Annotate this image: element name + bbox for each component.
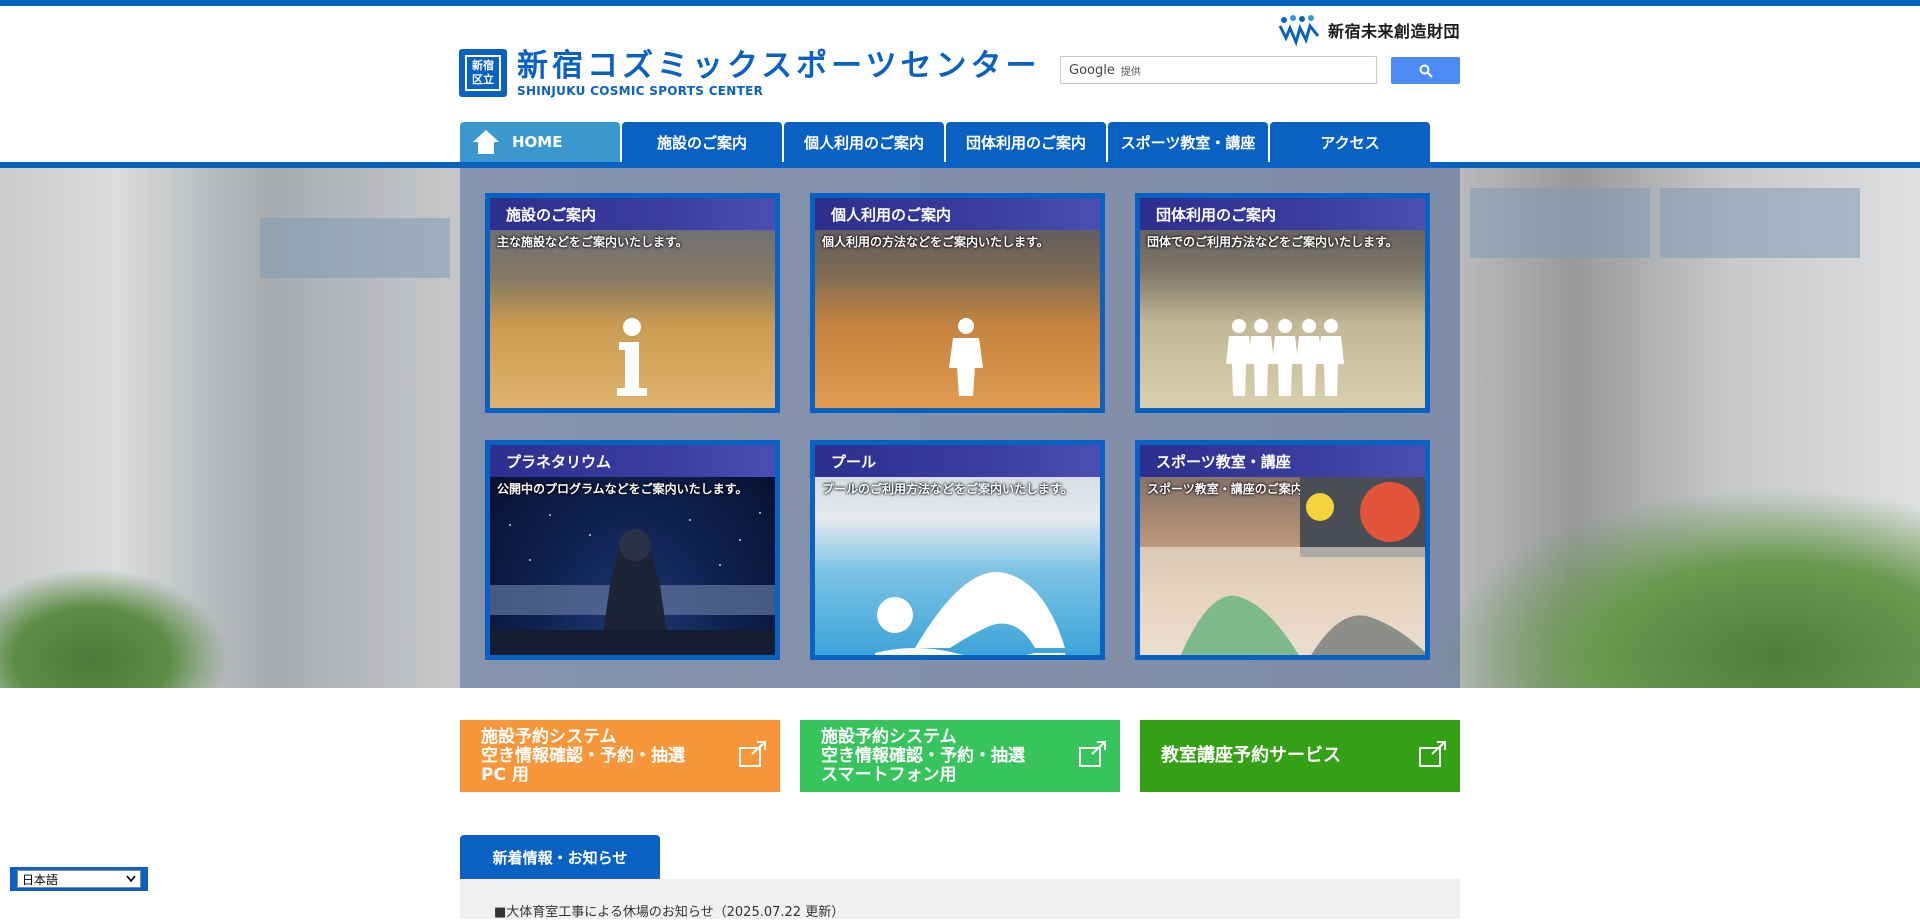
tile-title: 個人利用のご案内 — [815, 198, 1100, 230]
home-icon — [473, 130, 499, 154]
tile-title: スポーツ教室・講座 — [1140, 445, 1425, 477]
tile-facilities[interactable]: 施設のご案内 主な施設などをご案内いたします。 — [485, 193, 780, 413]
search-brand-sub: 提供 — [1120, 66, 1141, 78]
banner-line: PC 用 — [481, 765, 529, 785]
foundation-name: 新宿未来創造財団 — [1328, 22, 1461, 41]
foundation-logo[interactable]: 新宿未来創造財団 — [1278, 14, 1460, 46]
tile-individual-use[interactable]: 個人利用のご案内 個人利用の方法などをご案内いたします。 — [810, 193, 1105, 413]
site-title: 新宿コズミックスポーツセンター — [517, 48, 1041, 84]
search-input[interactable]: Google 提供 — [1060, 56, 1377, 84]
foundation-mark-icon — [1278, 15, 1320, 46]
building-window — [1470, 188, 1650, 258]
building-window — [260, 218, 450, 278]
tile-group-use[interactable]: 団体利用のご案内 団体でのご利用方法などをご案内いたします。 — [1135, 193, 1430, 413]
nav-item-label: HOME — [512, 133, 563, 151]
external-link-icon — [1419, 741, 1446, 767]
nav-item-group[interactable]: 団体利用のご案内 — [946, 122, 1106, 162]
sports-photo — [1140, 477, 1425, 655]
info-icon — [617, 318, 647, 396]
banner-line: スマートフォン用 — [821, 765, 957, 785]
external-link-icon — [1079, 741, 1106, 767]
tab-news[interactable]: 新着情報・お知らせ — [460, 835, 660, 879]
banner-line: 空き情報確認・予約・抽選 — [821, 746, 1025, 766]
ward-badge-text: 新宿区立 — [465, 55, 501, 91]
tile-description: 公開中のプログラムなどをご案内いたします。 — [497, 482, 748, 496]
ward-badge: 新宿区立 — [459, 49, 507, 97]
tile-title: 団体利用のご案内 — [1140, 198, 1425, 230]
site-subtitle: SHINJUKU COSMIC SPORTS CENTER — [517, 84, 764, 98]
nav-item-access[interactable]: アクセス — [1270, 122, 1430, 162]
tile-title: 施設のご案内 — [490, 198, 775, 230]
external-link-icon — [739, 741, 766, 767]
planetarium-projector — [490, 512, 775, 655]
search-button[interactable] — [1391, 57, 1460, 84]
tile-pool[interactable]: プール プールのご利用方法などをご案内いたします。 — [810, 440, 1105, 660]
banner-line: 空き情報確認・予約・抽選 — [481, 746, 685, 766]
site-search: Google 提供 — [1060, 56, 1460, 84]
banner-reservation-pc[interactable]: 施設予約システム 空き情報確認・予約・抽選 PC 用 — [460, 720, 780, 792]
search-brand: Google — [1069, 62, 1115, 78]
language-selector: 日本語 — [10, 867, 148, 891]
swimmer-icon — [875, 571, 1065, 655]
site-logo[interactable]: 新宿区立 新宿コズミックスポーツセンター SHINJUKU COSMIC SPO… — [459, 48, 1040, 98]
tile-title: プール — [815, 445, 1100, 477]
main-nav: HOME 施設のご案内 個人利用のご案内 団体利用のご案内 スポーツ教室・講座 … — [460, 122, 1430, 162]
trees-right — [1440, 488, 1920, 688]
nav-item-home[interactable]: HOME — [460, 122, 620, 162]
banner-reservation-smartphone[interactable]: 施設予約システム 空き情報確認・予約・抽選 スマートフォン用 — [800, 720, 1120, 792]
building-window — [1660, 188, 1860, 258]
banner-line: 施設予約システム — [821, 727, 957, 747]
chevron-down-icon — [126, 875, 136, 883]
tile-description: 主な施設などをご案内いたします。 — [497, 235, 688, 249]
language-select[interactable]: 日本語 — [17, 870, 141, 888]
nav-item-individual[interactable]: 個人利用のご案内 — [784, 122, 944, 162]
person-icon — [949, 318, 983, 396]
banner-class-reservation[interactable]: 教室講座予約サービス — [1140, 720, 1460, 792]
tile-title: プラネタリウム — [490, 445, 775, 477]
search-icon — [1419, 64, 1433, 78]
tile-sports-classes[interactable]: スポーツ教室・講座 スポーツ教室・講座のご案内です。 — [1135, 440, 1430, 660]
top-accent-bar — [0, 0, 1920, 6]
tile-description: 個人利用の方法などをご案内いたします。 — [822, 235, 1049, 249]
nav-item-classes[interactable]: スポーツ教室・講座 — [1108, 122, 1268, 162]
tile-description: 団体でのご利用方法などをご案内いたします。 — [1147, 235, 1398, 249]
nav-item-facilities[interactable]: 施設のご案内 — [622, 122, 782, 162]
tile-description: プールのご利用方法などをご案内いたします。 — [822, 482, 1073, 496]
banner-line: 教室講座予約サービス — [1161, 745, 1341, 766]
banner-line: 施設予約システム — [481, 727, 617, 747]
language-selected: 日本語 — [22, 872, 59, 887]
hero-section: 施設のご案内 主な施設などをご案内いたします。 個人利用のご案内 個人利用の方法… — [0, 168, 1920, 688]
group-icon — [1226, 319, 1344, 396]
news-list: ■大体育室工事による休場のお知らせ（2025.07.22 更新） — [460, 879, 1460, 920]
tile-planetarium[interactable]: プラネタリウム 公開中のプログラムなどをご案内いたします。 — [485, 440, 780, 660]
trees-left — [0, 568, 230, 688]
